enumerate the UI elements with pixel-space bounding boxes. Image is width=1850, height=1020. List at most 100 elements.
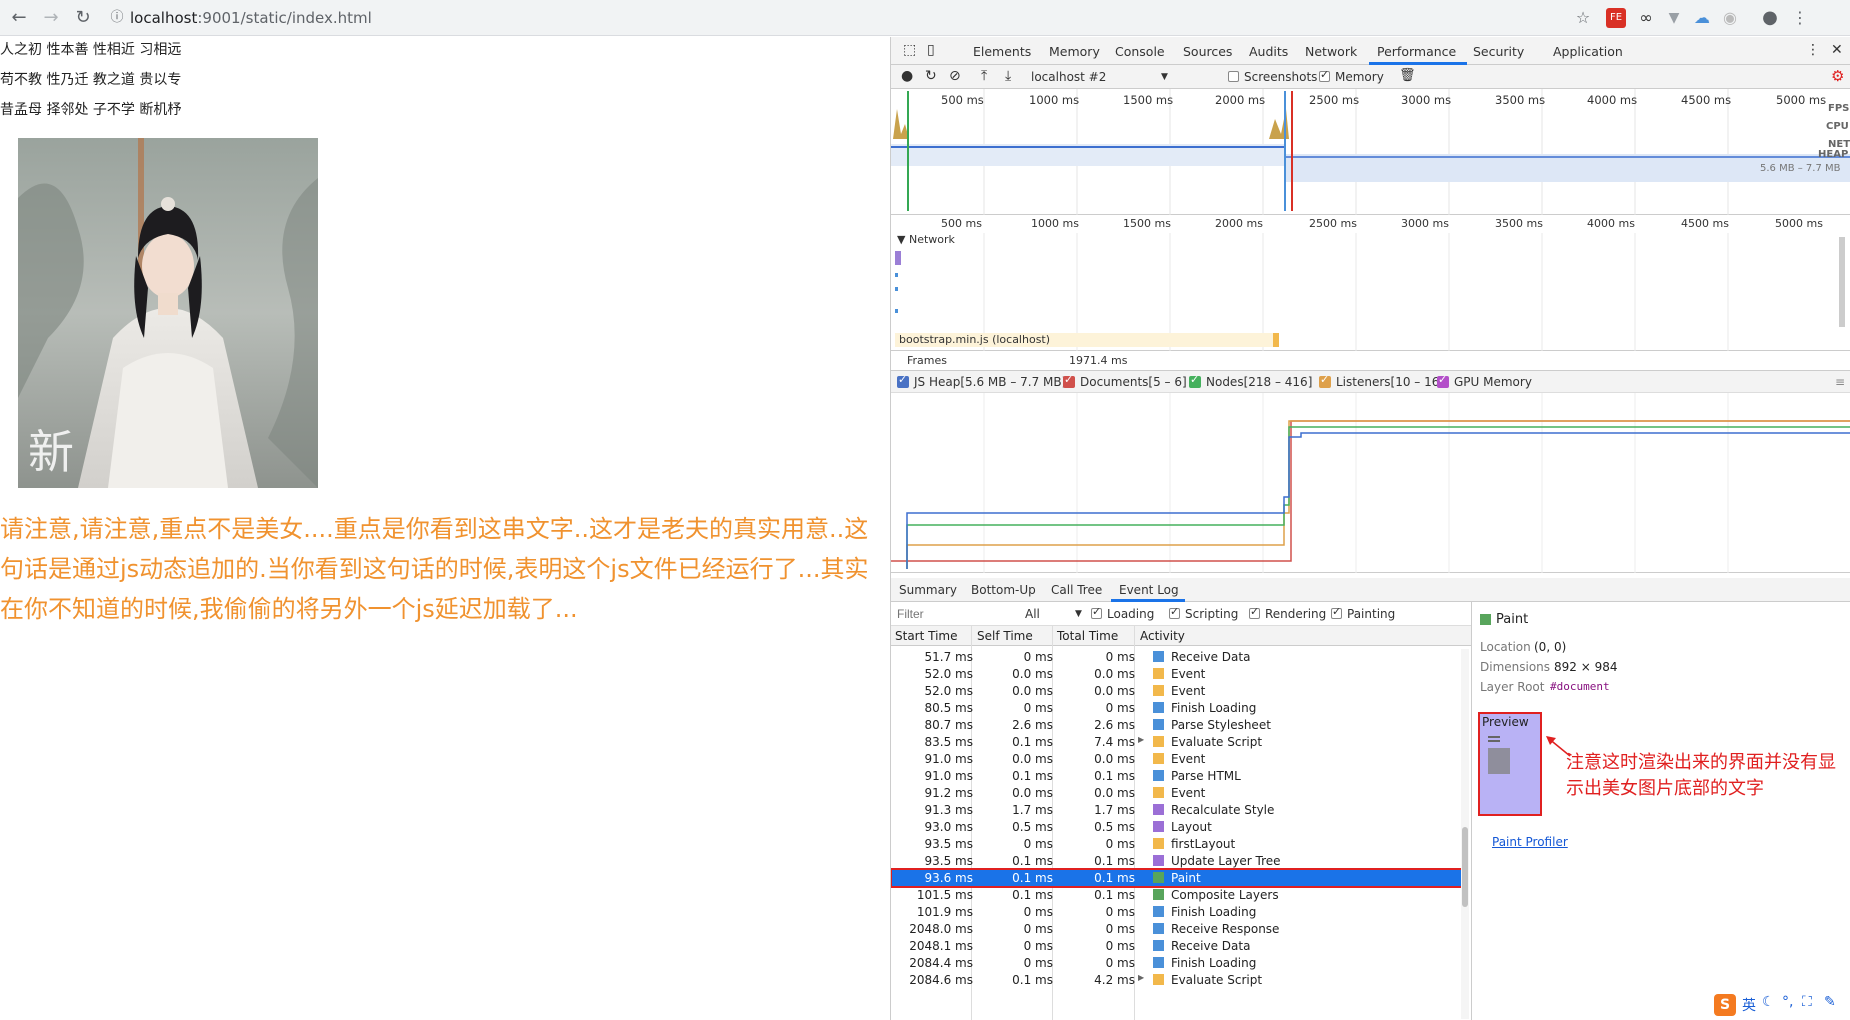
forward-icon[interactable]: → (40, 8, 62, 28)
event-log-scrollbar[interactable] (1461, 649, 1469, 1019)
network-track-header[interactable]: ▼ Network (897, 233, 955, 246)
ime-punctuation-icon[interactable]: °, (1782, 994, 1793, 1010)
col-self-time[interactable]: Self Time (977, 629, 1033, 643)
tab-security[interactable]: Security (1473, 44, 1524, 59)
vue-icon[interactable]: ▼ (1664, 8, 1684, 28)
memory-counters-chart[interactable] (891, 393, 1850, 573)
paint-preview[interactable]: Preview (1478, 712, 1542, 816)
link-icon[interactable]: ∞ (1636, 8, 1656, 28)
self-time-cell: 0.1 ms (1012, 973, 1053, 987)
dimensions-value: 892 × 984 (1554, 660, 1618, 674)
legend-js-heap[interactable]: JS Heap[5.6 MB – 7.7 MB] (897, 373, 1066, 389)
total-time-cell: 0.1 ms (1094, 854, 1135, 868)
close-icon[interactable]: ✕ (1831, 42, 1843, 58)
start-time-cell: 83.5 ms (924, 735, 973, 749)
tab-sources[interactable]: Sources (1183, 44, 1232, 59)
tab-call-tree[interactable]: Call Tree (1051, 583, 1102, 597)
tab-event-log[interactable]: Event Log (1119, 583, 1179, 597)
account-icon[interactable]: ● (1760, 8, 1780, 28)
category-color-swatch (1153, 770, 1164, 781)
circle-icon[interactable]: ◉ (1720, 8, 1740, 28)
filter-scripting-label: Scripting (1185, 607, 1239, 621)
profile-select[interactable]: localhost #2 ▼ (1031, 70, 1171, 84)
devtools-menu-icon[interactable]: ⋮ (1806, 42, 1820, 58)
network-track[interactable]: 500 ms 1000 ms 1500 ms 2000 ms 2500 ms 3… (891, 215, 1850, 351)
record-icon[interactable]: ● (901, 68, 913, 84)
memory-checkbox[interactable]: Memory (1319, 68, 1384, 84)
col-start-time[interactable]: Start Time (895, 629, 958, 643)
expand-triangle-icon: ▼ (897, 233, 909, 246)
tab-performance[interactable]: Performance (1377, 44, 1456, 59)
bookmark-star-icon[interactable]: ☆ (1572, 8, 1594, 28)
expand-row-icon[interactable]: ▶ (1138, 973, 1144, 982)
ime-tray[interactable]: S 英 ☾ °, ⛶ ✎ (1700, 990, 1850, 1020)
activity-cell: Receive Data (1171, 939, 1251, 953)
activity-cell: Event (1171, 752, 1206, 766)
reload-icon[interactable]: ↻ (72, 8, 94, 28)
back-icon[interactable]: ← (8, 8, 30, 28)
tab-summary[interactable]: Summary (899, 583, 957, 597)
fe-icon[interactable]: FE (1606, 8, 1626, 28)
col-total-time[interactable]: Total Time (1057, 629, 1118, 643)
event-row[interactable]: 2084.6 ms 0.1 ms 4.2 ms ▶ Evaluate Script (891, 970, 1466, 990)
ime-moon-icon[interactable]: ☾ (1762, 994, 1775, 1010)
start-time-cell: 93.0 ms (924, 820, 973, 834)
tab-application[interactable]: Application (1553, 44, 1623, 59)
category-color-swatch (1153, 787, 1164, 798)
category-color-swatch (1153, 651, 1164, 662)
address-bar[interactable]: localhost:9001/static/index.html (130, 5, 1570, 31)
screenshots-checkbox[interactable]: Screenshots (1228, 70, 1317, 84)
load-profile-icon[interactable]: ⤒ (981, 68, 987, 84)
tab-elements[interactable]: Elements (973, 44, 1031, 59)
filter-scripting-checkbox[interactable]: Scripting (1169, 605, 1239, 621)
tab-memory[interactable]: Memory (1049, 44, 1100, 59)
tab-bottom-up[interactable]: Bottom-Up (971, 583, 1036, 597)
category-color-swatch (1153, 821, 1164, 832)
ime-tools-icon[interactable]: ✎ (1824, 994, 1836, 1010)
legend-listeners[interactable]: Listeners[10 – 16] (1319, 373, 1444, 389)
trash-icon[interactable]: 🗑 (1399, 68, 1416, 83)
legend-documents[interactable]: Documents[5 – 6] (1063, 373, 1187, 389)
col-activity[interactable]: Activity (1140, 629, 1185, 643)
legend-gpu-memory[interactable]: GPU Memory (1437, 373, 1532, 389)
network-request-bar[interactable]: bootstrap.min.js (localhost) (899, 333, 1050, 346)
tab-network[interactable]: Network (1305, 44, 1357, 59)
save-profile-icon[interactable]: ⤓ (1005, 68, 1011, 84)
start-time-cell: 52.0 ms (924, 667, 973, 681)
ime-language[interactable]: 英 (1742, 995, 1756, 1015)
filter-painting-checkbox[interactable]: Painting (1331, 605, 1395, 621)
scrollbar-thumb[interactable] (1462, 827, 1468, 907)
tab-audits[interactable]: Audits (1249, 44, 1288, 59)
device-toolbar-icon[interactable]: ▯ (927, 42, 935, 58)
clear-icon[interactable]: ⊘ (949, 68, 961, 84)
reload-profile-icon[interactable]: ↻ (925, 68, 937, 84)
frames-track[interactable]: Frames 1971.4 ms (891, 351, 1850, 371)
self-time-cell: 0.1 ms (1012, 888, 1053, 902)
expand-row-icon[interactable]: ▶ (1138, 735, 1144, 744)
duration-select[interactable]: All ▼ (1025, 607, 1082, 621)
info-icon[interactable]: ⓘ (106, 8, 128, 28)
category-color-swatch (1153, 702, 1164, 713)
filter-loading-label: Loading (1107, 607, 1155, 621)
ime-shirt-icon[interactable]: ⛶ (1802, 994, 1812, 1010)
filter-rendering-checkbox[interactable]: Rendering (1249, 605, 1326, 621)
activity-cell: Evaluate Script (1171, 735, 1263, 749)
paint-profiler-link[interactable]: Paint Profiler (1492, 835, 1568, 849)
legend-menu-icon[interactable]: ≡ (1835, 375, 1845, 389)
tab-console[interactable]: Console (1115, 44, 1165, 59)
start-time-cell: 2084.6 ms (909, 973, 973, 987)
dimensions-label: Dimensions (1480, 660, 1551, 674)
layer-root-value[interactable]: #document (1550, 680, 1610, 693)
event-log-header: Start Time Self Time Total Time Activity (891, 626, 1471, 646)
settings-gear-icon[interactable]: ⚙ (1831, 67, 1844, 85)
sogou-ime-icon[interactable]: S (1714, 994, 1736, 1016)
filter-input[interactable] (897, 605, 1015, 623)
cloud-icon[interactable]: ☁ (1692, 8, 1712, 28)
menu-icon[interactable]: ⋮ (1790, 8, 1810, 28)
filter-loading-checkbox[interactable]: Loading (1091, 605, 1155, 621)
timeline-overview[interactable]: 500 ms 1000 ms 1500 ms 2000 ms 2500 ms 3… (891, 89, 1850, 215)
lane-cpu: CPU (1826, 121, 1849, 132)
inspect-icon[interactable]: ⬚ (903, 42, 916, 58)
start-time-cell: 51.7 ms (924, 650, 973, 664)
legend-nodes[interactable]: Nodes[218 – 416] (1189, 373, 1312, 389)
